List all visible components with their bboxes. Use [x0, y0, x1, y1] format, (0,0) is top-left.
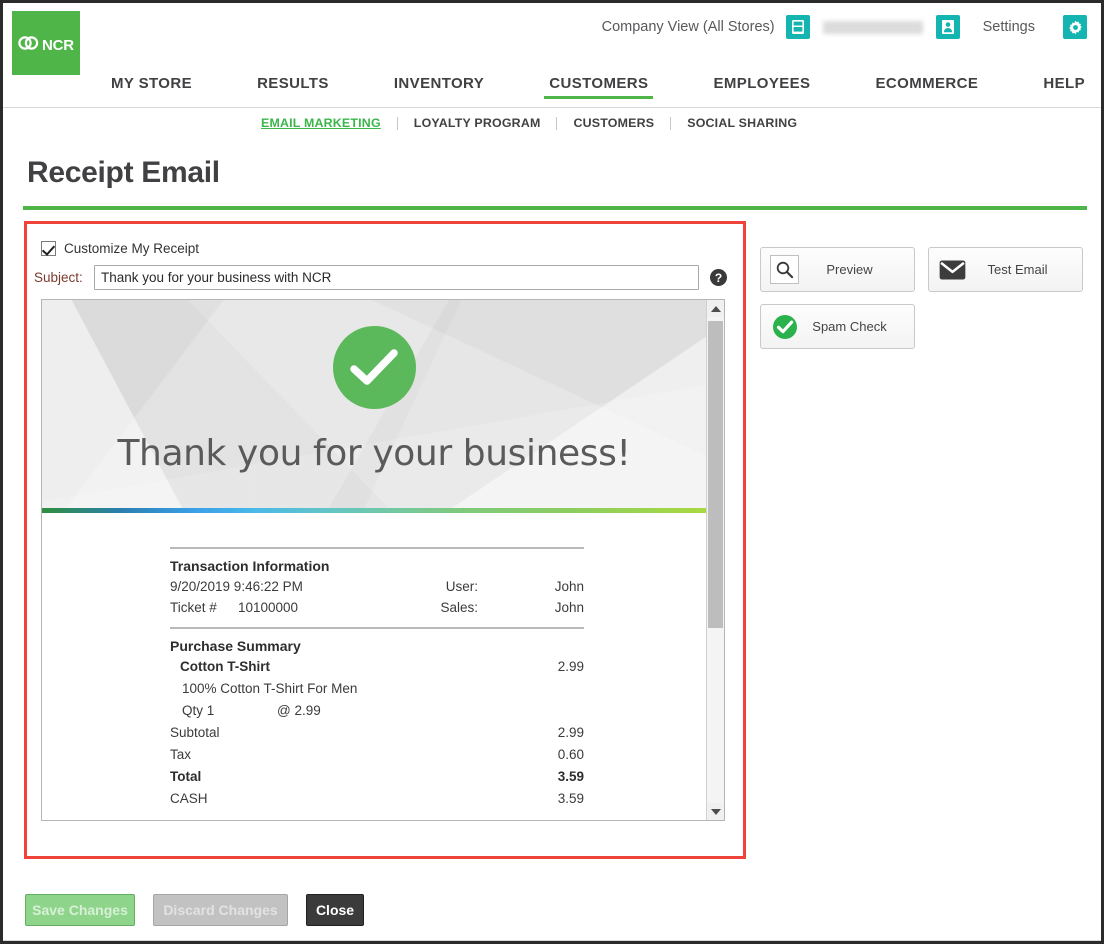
preview-vertical-scrollbar[interactable]	[706, 300, 724, 820]
total-label: Total	[170, 769, 202, 784]
nav-item-employees[interactable]: EMPLOYEES	[713, 75, 810, 100]
preview-button[interactable]: Preview	[760, 247, 915, 292]
tender-row: CASH 3.59	[170, 788, 584, 810]
scrollbar-thumb[interactable]	[708, 321, 723, 628]
ncr-logo-text: NCR	[42, 36, 74, 54]
line-item-description-row: 100% Cotton T-Shirt For Men	[170, 678, 584, 700]
app-header: NCR Company View (All Stores) Settings	[3, 3, 1101, 79]
nav-item-help[interactable]: HELP	[1043, 75, 1085, 100]
subject-label: Subject:	[34, 270, 83, 285]
subnav-item-customers[interactable]: CUSTOMERS	[557, 116, 670, 130]
action-row-2: Spam Check	[760, 304, 1090, 349]
save-changes-button[interactable]: Save Changes	[25, 894, 135, 926]
page-title: Receipt Email	[27, 156, 220, 189]
help-icon[interactable]: ?	[710, 269, 727, 286]
hero-heading: Thank you for your business!	[117, 433, 631, 474]
receipt-preview-frame: Thank you for your business! Transaction…	[41, 299, 725, 821]
tax-row: Tax 0.60	[170, 744, 584, 766]
nav-item-inventory[interactable]: INVENTORY	[394, 75, 484, 100]
transaction-info-heading: Transaction Information	[170, 558, 330, 574]
subtotal-value: 2.99	[557, 725, 584, 740]
line-item-row: Cotton T-Shirt 2.99	[170, 656, 584, 678]
receipt-divider-mid	[170, 627, 584, 629]
main-navigation: MY STORE RESULTS INVENTORY CUSTOMERS EMP…	[3, 75, 1101, 107]
highlight-annotation-box: Customize My Receipt Subject: ? Thank y	[24, 221, 746, 859]
tax-label: Tax	[170, 747, 192, 762]
subnav-item-email-marketing[interactable]: EMAIL MARKETING	[261, 116, 397, 130]
subject-input[interactable]	[94, 265, 699, 290]
total-row: Total 3.59	[170, 766, 584, 788]
footer-actions: Save Changes Discard Changes Close	[3, 879, 1101, 941]
spam-check-button-label: Spam Check	[812, 319, 887, 334]
receipt-body: Transaction Information 9/20/2019 9:46:2…	[42, 513, 706, 820]
tender-value: 3.59	[557, 791, 584, 806]
ncr-rings-icon	[18, 35, 40, 56]
check-badge-icon	[770, 312, 799, 341]
scroll-up-icon[interactable]	[707, 300, 724, 317]
subtotal-label: Subtotal	[170, 725, 220, 740]
subtotal-row: Subtotal 2.99	[170, 722, 584, 744]
sales-label: Sales:	[440, 600, 478, 615]
tax-value: 0.60	[557, 747, 584, 762]
subnav-item-loyalty-program[interactable]: LOYALTY PROGRAM	[398, 116, 557, 130]
scrollbar-track[interactable]	[707, 317, 724, 803]
line-item-unit-price: @ 2.99	[277, 703, 321, 718]
store-icon[interactable]	[785, 15, 810, 39]
line-item-description: 100% Cotton T-Shirt For Men	[182, 681, 358, 696]
purchase-summary-heading: Purchase Summary	[170, 638, 301, 654]
test-email-button-label: Test Email	[987, 262, 1048, 277]
company-view-label: Company View (All Stores)	[601, 19, 775, 35]
nav-item-customers[interactable]: CUSTOMERS	[544, 75, 654, 100]
tender-label: CASH	[170, 791, 208, 806]
transaction-datetime-row: 9/20/2019 9:46:22 PM User: John	[170, 576, 584, 597]
nav-item-ecommerce[interactable]: ECOMMERCE	[876, 75, 979, 100]
action-row-1: Preview Test Email	[760, 247, 1090, 292]
receipt-divider-top	[170, 547, 584, 549]
spam-check-button[interactable]: Spam Check	[760, 304, 915, 349]
discard-changes-button[interactable]: Discard Changes	[153, 894, 288, 926]
total-value: 3.59	[557, 769, 584, 784]
scroll-down-icon[interactable]	[707, 803, 724, 820]
transaction-datetime: 9/20/2019 9:46:22 PM	[170, 579, 303, 594]
header-utility-bar: Company View (All Stores) Settings	[602, 15, 1087, 39]
preview-button-label: Preview	[826, 262, 873, 277]
customize-receipt-label: Customize My Receipt	[64, 241, 200, 256]
user-name-redacted	[822, 20, 923, 34]
nav-item-my-store[interactable]: MY STORE	[111, 75, 192, 100]
action-buttons-panel: Preview Test Email Spam Check	[760, 247, 1090, 361]
title-underline-rule	[23, 206, 1087, 210]
gear-icon[interactable]	[1063, 15, 1087, 39]
ncr-logo[interactable]: NCR	[12, 11, 80, 79]
user-value: John	[554, 579, 584, 594]
nav-item-results[interactable]: RESULTS	[257, 75, 329, 100]
customize-receipt-row: Customize My Receipt	[27, 224, 743, 256]
customize-receipt-checkbox[interactable]	[41, 241, 56, 256]
sales-value: John	[554, 600, 584, 615]
user-label: User:	[445, 579, 478, 594]
app-window: NCR Company View (All Stores) Settings M…	[0, 0, 1104, 944]
line-item-price: 2.99	[557, 659, 584, 674]
settings-label[interactable]: Settings	[983, 19, 1035, 35]
close-button[interactable]: Close	[306, 894, 364, 926]
transaction-ticket-row: Ticket # 10100000 Sales: John	[170, 597, 584, 618]
magnifier-icon	[770, 255, 799, 284]
test-email-button[interactable]: Test Email	[928, 247, 1083, 292]
receipt-hero-banner: Thank you for your business!	[42, 300, 706, 508]
user-icon[interactable]	[935, 15, 960, 39]
footer-divider	[3, 940, 1101, 941]
line-item-qty: Qty 1	[182, 703, 215, 718]
line-item-qty-row: Qty 1 @ 2.99	[170, 700, 584, 722]
ticket-label: Ticket #	[170, 600, 217, 615]
subnav-item-social-sharing[interactable]: SOCIAL SHARING	[671, 116, 813, 130]
envelope-icon	[938, 255, 967, 284]
sub-navigation: EMAIL MARKETING LOYALTY PROGRAM CUSTOMER…	[3, 108, 1101, 138]
check-circle-icon	[332, 326, 416, 409]
ticket-value: 10100000	[238, 600, 299, 615]
receipt-preview-scroll-area: Thank you for your business! Transaction…	[42, 300, 706, 820]
line-item-name: Cotton T-Shirt	[180, 659, 270, 674]
subject-row: Subject: ?	[27, 256, 743, 290]
